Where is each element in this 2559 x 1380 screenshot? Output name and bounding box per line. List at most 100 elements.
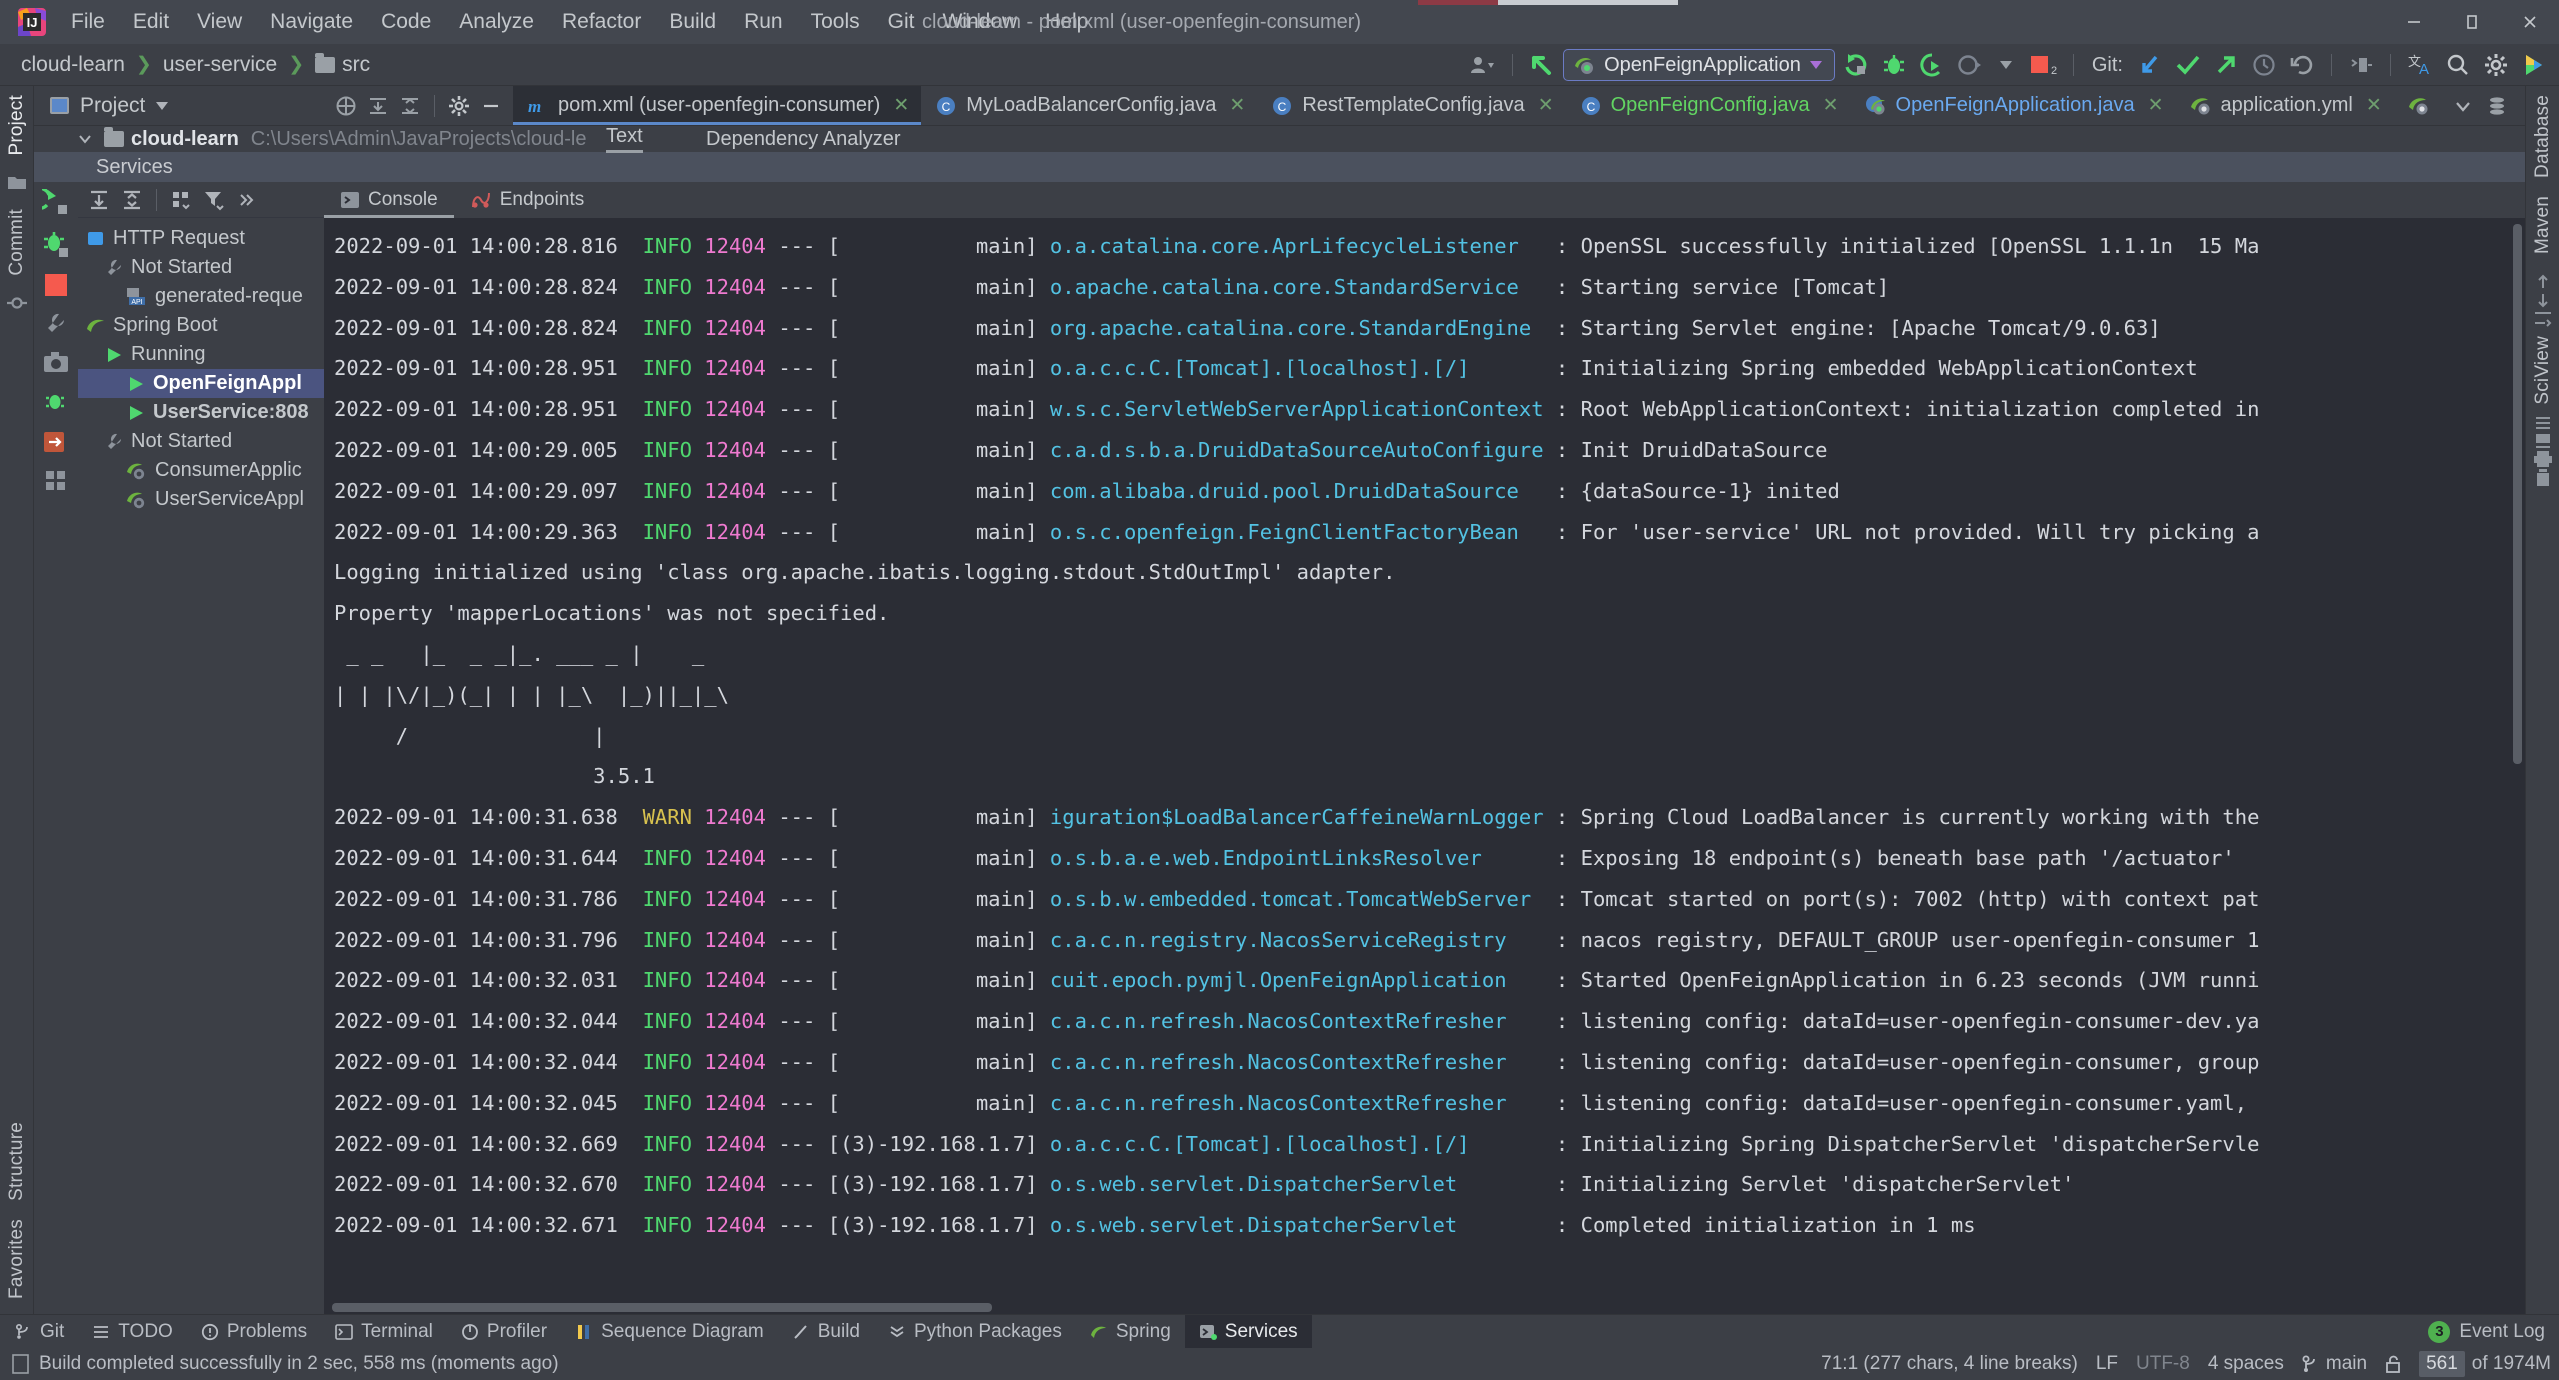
git-update-icon[interactable] (2133, 48, 2167, 82)
menu-item-refactor[interactable]: Refactor (548, 6, 655, 38)
breadcrumb-item-folder[interactable]: src (311, 51, 374, 79)
editor-tab-application-yml[interactable]: application.yml ✕ (2176, 86, 2394, 125)
editor-tab-pom-xml[interactable]: m pom.xml (user-openfegin-consumer) ✕ (513, 86, 922, 125)
tool-window-problems[interactable]: Problems (187, 1315, 321, 1349)
tool-window-profiler[interactable]: Profiler (447, 1315, 561, 1349)
filter-icon[interactable] (199, 185, 229, 215)
scroll-down-icon[interactable] (2534, 291, 2552, 309)
git-branch-widget[interactable]: main (2302, 1353, 2367, 1375)
debug-button[interactable] (1877, 48, 1911, 82)
commit-icon[interactable] (6, 293, 27, 313)
services-tab-endpoints[interactable]: Endpoints (454, 182, 601, 218)
editor-subtab-text[interactable]: Text (606, 125, 643, 153)
attach-debugger-icon[interactable] (43, 389, 69, 415)
menu-item-edit[interactable]: Edit (119, 6, 183, 38)
close-button[interactable] (2501, 0, 2559, 44)
maximize-button[interactable] (2443, 0, 2501, 44)
services-tab-console[interactable]: Console (324, 182, 454, 218)
service-tree-item[interactable]: ConsumerApplic (78, 456, 324, 485)
database-stack-icon[interactable] (2481, 90, 2513, 122)
folder-icon[interactable] (7, 174, 27, 191)
tool-window-sequence-diagram[interactable]: Sequence Diagram (561, 1315, 778, 1349)
toolbox-icon[interactable] (2517, 48, 2551, 82)
run-with-coverage-button[interactable] (1915, 48, 1949, 82)
chevron-down-icon[interactable] (156, 101, 169, 110)
camera-icon[interactable] (43, 351, 69, 375)
breadcrumb-item-project[interactable]: cloud-learn (17, 51, 129, 79)
sidebar-item-sciview[interactable]: SciView (2532, 327, 2554, 414)
tool-window-services[interactable]: Services (1184, 1314, 1312, 1349)
service-tree-item[interactable]: Not Started (78, 427, 324, 456)
configure-service-icon[interactable] (43, 311, 69, 337)
hide-panels-icon[interactable] (2344, 48, 2378, 82)
caret-position[interactable]: 71:1 (277 chars, 4 line breaks) (1821, 1353, 2078, 1375)
sidebar-item-database[interactable]: Database (2532, 86, 2554, 187)
git-push-icon[interactable] (2209, 48, 2243, 82)
group-by-icon[interactable] (166, 185, 196, 215)
select-opened-file-icon[interactable] (330, 90, 362, 122)
collapse-all-icon[interactable] (117, 185, 147, 215)
event-log-widget[interactable]: 3 Event Log (2428, 1320, 2545, 1343)
profile-dropdown-icon[interactable] (1991, 48, 2021, 82)
editor-tab-resttemplateconfig-java[interactable]: C RestTemplateConfig.java ✕ (1257, 86, 1565, 125)
sidebar-item-favorites[interactable]: Favorites (6, 1210, 28, 1308)
more-actions-icon[interactable] (232, 185, 262, 215)
search-icon[interactable] (2441, 48, 2475, 82)
tool-window-todo[interactable]: TODO (78, 1315, 187, 1349)
lock-icon[interactable] (2385, 1355, 2401, 1374)
print-icon[interactable] (2533, 450, 2553, 468)
sidebar-item-structure[interactable]: Structure (6, 1113, 28, 1210)
console-horizontal-scrollbar[interactable] (324, 1300, 2525, 1314)
scroll-to-end-icon[interactable] (2534, 432, 2552, 450)
run-button[interactable] (1839, 48, 1873, 82)
hide-tool-window-icon[interactable] (475, 90, 507, 122)
expand-all-icon[interactable] (362, 90, 394, 122)
tool-window-python-packages[interactable]: Python Packages (874, 1315, 1076, 1349)
memory-indicator[interactable]: 561 of 1974M (2419, 1351, 2551, 1377)
git-history-icon[interactable] (2247, 48, 2281, 82)
service-tree-item[interactable]: HTTP Request (78, 224, 324, 253)
import-icon[interactable] (43, 429, 69, 455)
translate-icon[interactable]: 文A (2403, 48, 2437, 82)
editor-tab-bootstrap-yml[interactable]: bootstrap.yml (2394, 86, 2435, 125)
menu-item-git[interactable]: Git (874, 6, 929, 38)
menu-item-analyze[interactable]: Analyze (445, 6, 548, 38)
run-configuration-selector[interactable]: OpenFeignApplication (1563, 49, 1835, 81)
close-icon[interactable]: ✕ (2366, 94, 2382, 117)
soft-wrap-icon[interactable] (2533, 309, 2553, 327)
menu-item-tools[interactable]: Tools (797, 6, 874, 38)
service-tree-item[interactable]: OpenFeignAppl (78, 369, 324, 398)
tool-window-spring[interactable]: Spring (1076, 1315, 1185, 1349)
menu-item-window[interactable]: Window (928, 6, 1031, 38)
editor-tab-openfeignconfig-java[interactable]: C OpenFeignConfig.java ✕ (1566, 86, 1851, 125)
console-output[interactable]: 2022-09-01 14:00:28.816 INFO 12404 --- [… (324, 218, 2509, 1300)
editor-tab-myloadbalancerconfig-java[interactable]: C MyLoadBalancerConfig.java ✕ (921, 86, 1257, 125)
sidebar-item-commit[interactable]: Commit (6, 200, 28, 285)
gear-icon[interactable] (2479, 48, 2513, 82)
tool-window-build[interactable]: Build (778, 1315, 874, 1349)
service-tree-item[interactable]: UserServiceAppl (78, 485, 324, 514)
expand-all-icon[interactable] (84, 185, 114, 215)
file-encoding[interactable]: UTF-8 (2136, 1353, 2190, 1375)
menu-item-file[interactable]: File (57, 6, 119, 38)
project-root-label[interactable]: cloud-learn (131, 128, 239, 151)
close-icon[interactable]: ✕ (2148, 94, 2164, 117)
minimize-button[interactable] (2385, 0, 2443, 44)
menu-item-navigate[interactable]: Navigate (256, 6, 367, 38)
chevron-down-icon[interactable] (2447, 90, 2479, 122)
service-tree-item[interactable]: API generated-reque (78, 282, 324, 311)
services-tree[interactable]: HTTP Request Not Started API generated-requ… (78, 218, 324, 1314)
stop-service-icon[interactable] (44, 273, 68, 297)
delete-icon[interactable] (2534, 468, 2552, 488)
line-separator[interactable]: LF (2096, 1353, 2118, 1375)
menu-item-code[interactable]: Code (367, 6, 445, 38)
sidebar-item-maven[interactable]: Maven (2532, 187, 2554, 263)
close-icon[interactable]: ✕ (893, 94, 909, 117)
git-rollback-icon[interactable] (2285, 48, 2319, 82)
service-tree-item[interactable]: Spring Boot (78, 311, 324, 340)
menu-item-run[interactable]: Run (730, 6, 797, 38)
debug-service-icon[interactable] (42, 231, 70, 259)
editor-tab-openfeignapplication-java[interactable]: OpenFeignApplication.java ✕ (1851, 86, 2176, 125)
service-tree-item[interactable]: UserService:808 (78, 398, 324, 427)
gear-icon[interactable] (443, 90, 475, 122)
